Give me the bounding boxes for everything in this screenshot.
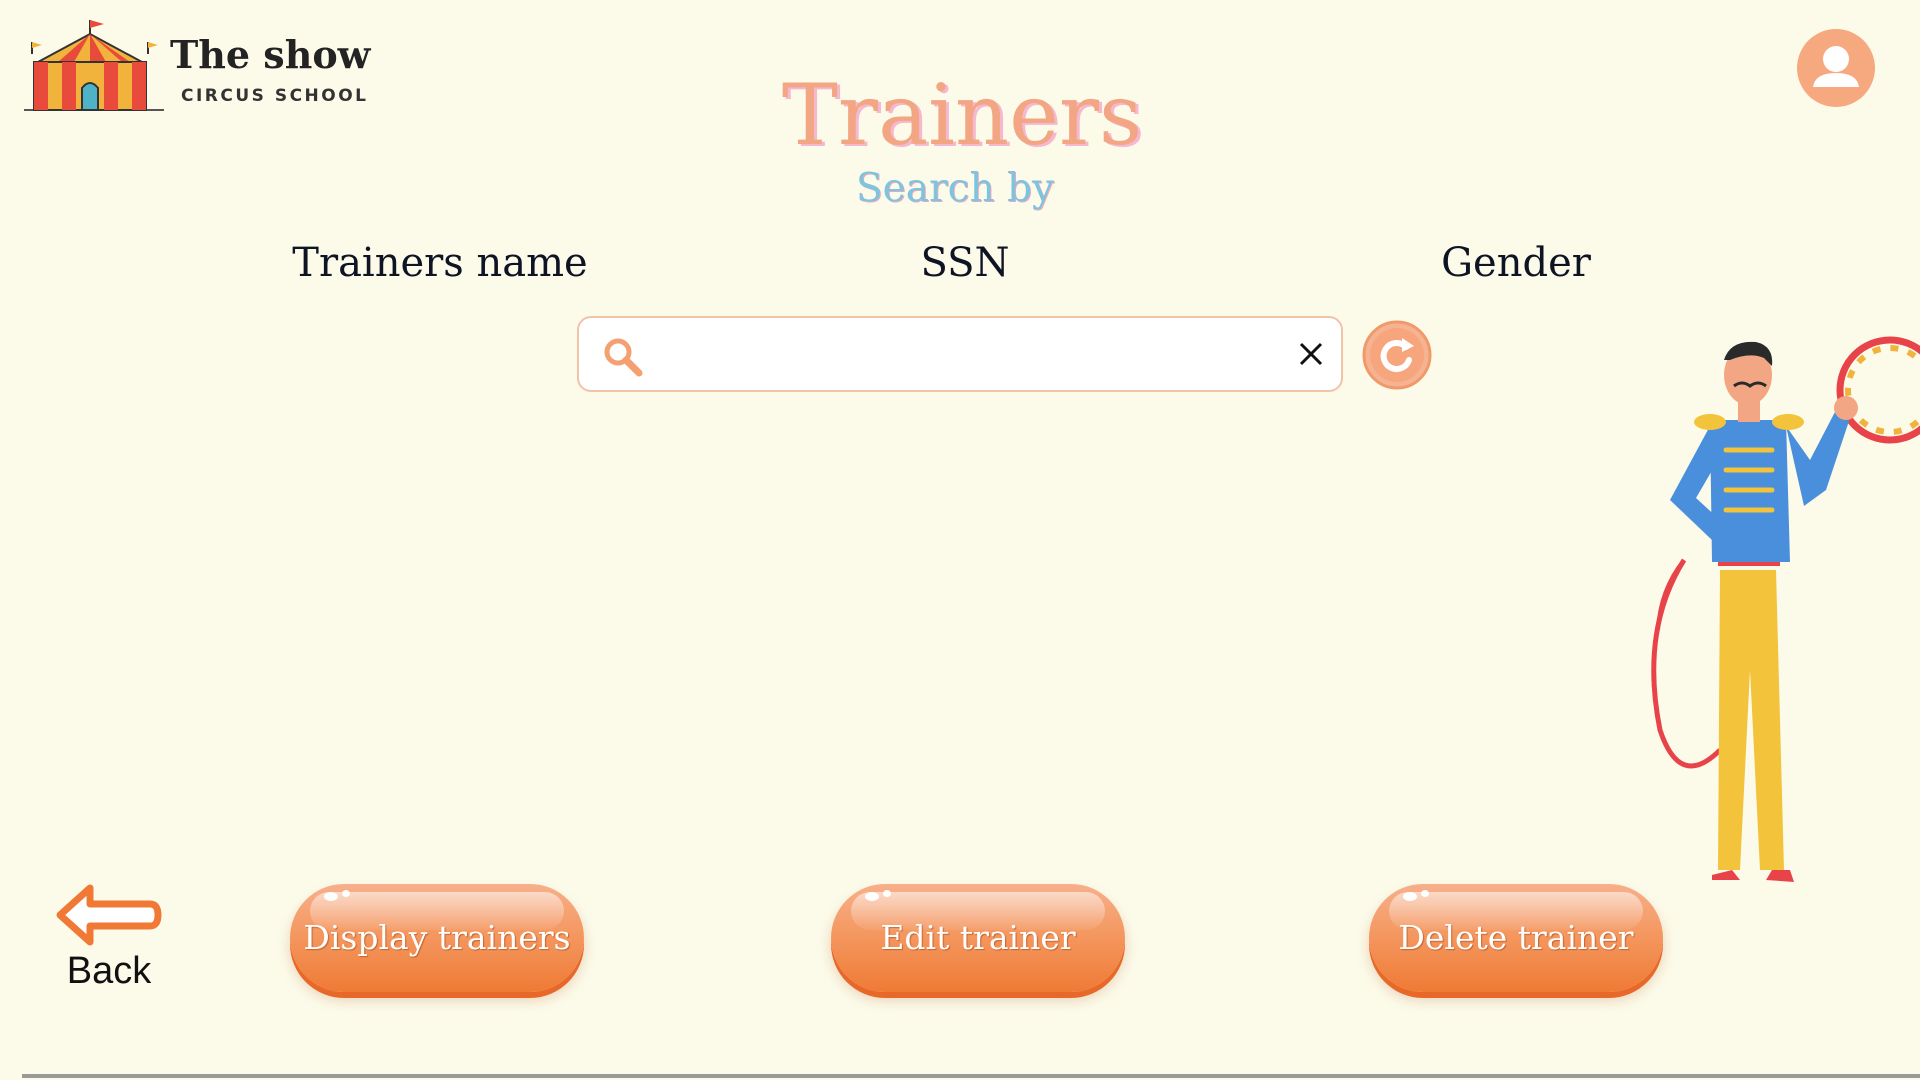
edit-trainer-button[interactable]: Edit trainer: [831, 884, 1125, 992]
ringmaster-illustration: [1651, 336, 1920, 882]
criteria-gender[interactable]: Gender: [1441, 240, 1591, 286]
search-box: [577, 316, 1343, 392]
delete-trainer-label: Delete trainer: [1398, 918, 1634, 957]
bottom-divider: [22, 1074, 1920, 1078]
search-icon: [604, 338, 643, 377]
button-shine: [1403, 892, 1417, 901]
criteria-ssn[interactable]: SSN: [920, 240, 1009, 286]
display-trainers-button[interactable]: Display trainers: [290, 884, 584, 992]
button-shine: [865, 892, 879, 901]
refresh-icon[interactable]: [1362, 320, 1432, 390]
close-icon[interactable]: [1297, 340, 1325, 368]
search-input[interactable]: [659, 332, 1263, 378]
back-button[interactable]: Back: [54, 880, 164, 1000]
delete-trainer-button[interactable]: Delete trainer: [1369, 884, 1663, 992]
back-label: Back: [66, 950, 152, 992]
button-shine: [342, 890, 350, 897]
display-trainers-label: Display trainers: [303, 918, 571, 957]
edit-trainer-label: Edit trainer: [880, 918, 1076, 957]
page-title: Trainers: [0, 66, 1920, 164]
button-shine: [1421, 890, 1429, 897]
button-shine: [324, 892, 338, 901]
button-shine: [883, 890, 891, 897]
criteria-trainers-name[interactable]: Trainers name: [292, 240, 587, 286]
page-title-text: Trainers: [781, 66, 1143, 164]
search-by-label: Search by: [855, 166, 1055, 211]
arrow-left-icon: [56, 884, 162, 946]
